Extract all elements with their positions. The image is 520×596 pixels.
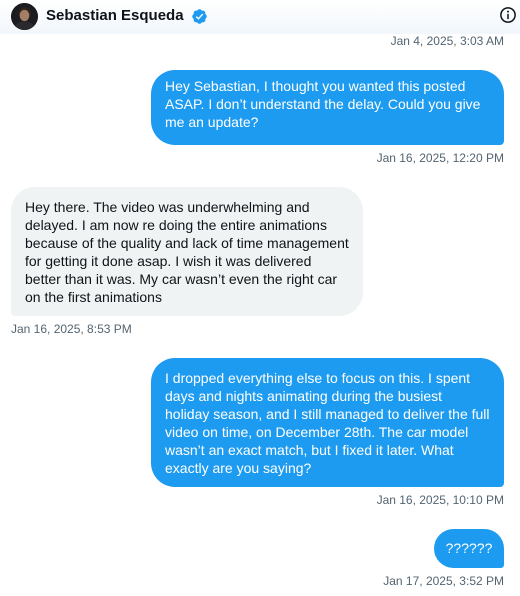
message-timestamp: Jan 16, 2025, 12:20 PM: [376, 151, 504, 165]
info-icon[interactable]: [499, 6, 517, 24]
message-bubble-outgoing[interactable]: I dropped everything else to focus on th…: [151, 358, 504, 487]
message-bubble-outgoing[interactable]: ??????: [434, 529, 504, 568]
user-avatar-icon: [11, 3, 38, 30]
message-timestamp: Jan 4, 2025, 3:03 AM: [390, 34, 504, 48]
avatar[interactable]: [11, 3, 38, 30]
dm-conversation-view: Jan 4, 2025, 3:03 AM Hey Sebastian, I th…: [0, 0, 520, 596]
message-timestamp: Jan 16, 2025, 8:53 PM: [11, 322, 132, 336]
verified-badge-icon: [192, 9, 207, 24]
message-timestamp: Jan 17, 2025, 3:52 PM: [383, 574, 504, 588]
conversation-header: Sebastian Esqueda: [0, 0, 520, 34]
message-timestamp: Jan 16, 2025, 10:10 PM: [376, 493, 504, 507]
contact-name[interactable]: Sebastian Esqueda: [46, 7, 184, 24]
message-bubble-incoming[interactable]: Hey there. The video was underwhelming a…: [11, 187, 363, 316]
message-bubble-outgoing[interactable]: Hey Sebastian, I thought you wanted this…: [151, 70, 504, 145]
